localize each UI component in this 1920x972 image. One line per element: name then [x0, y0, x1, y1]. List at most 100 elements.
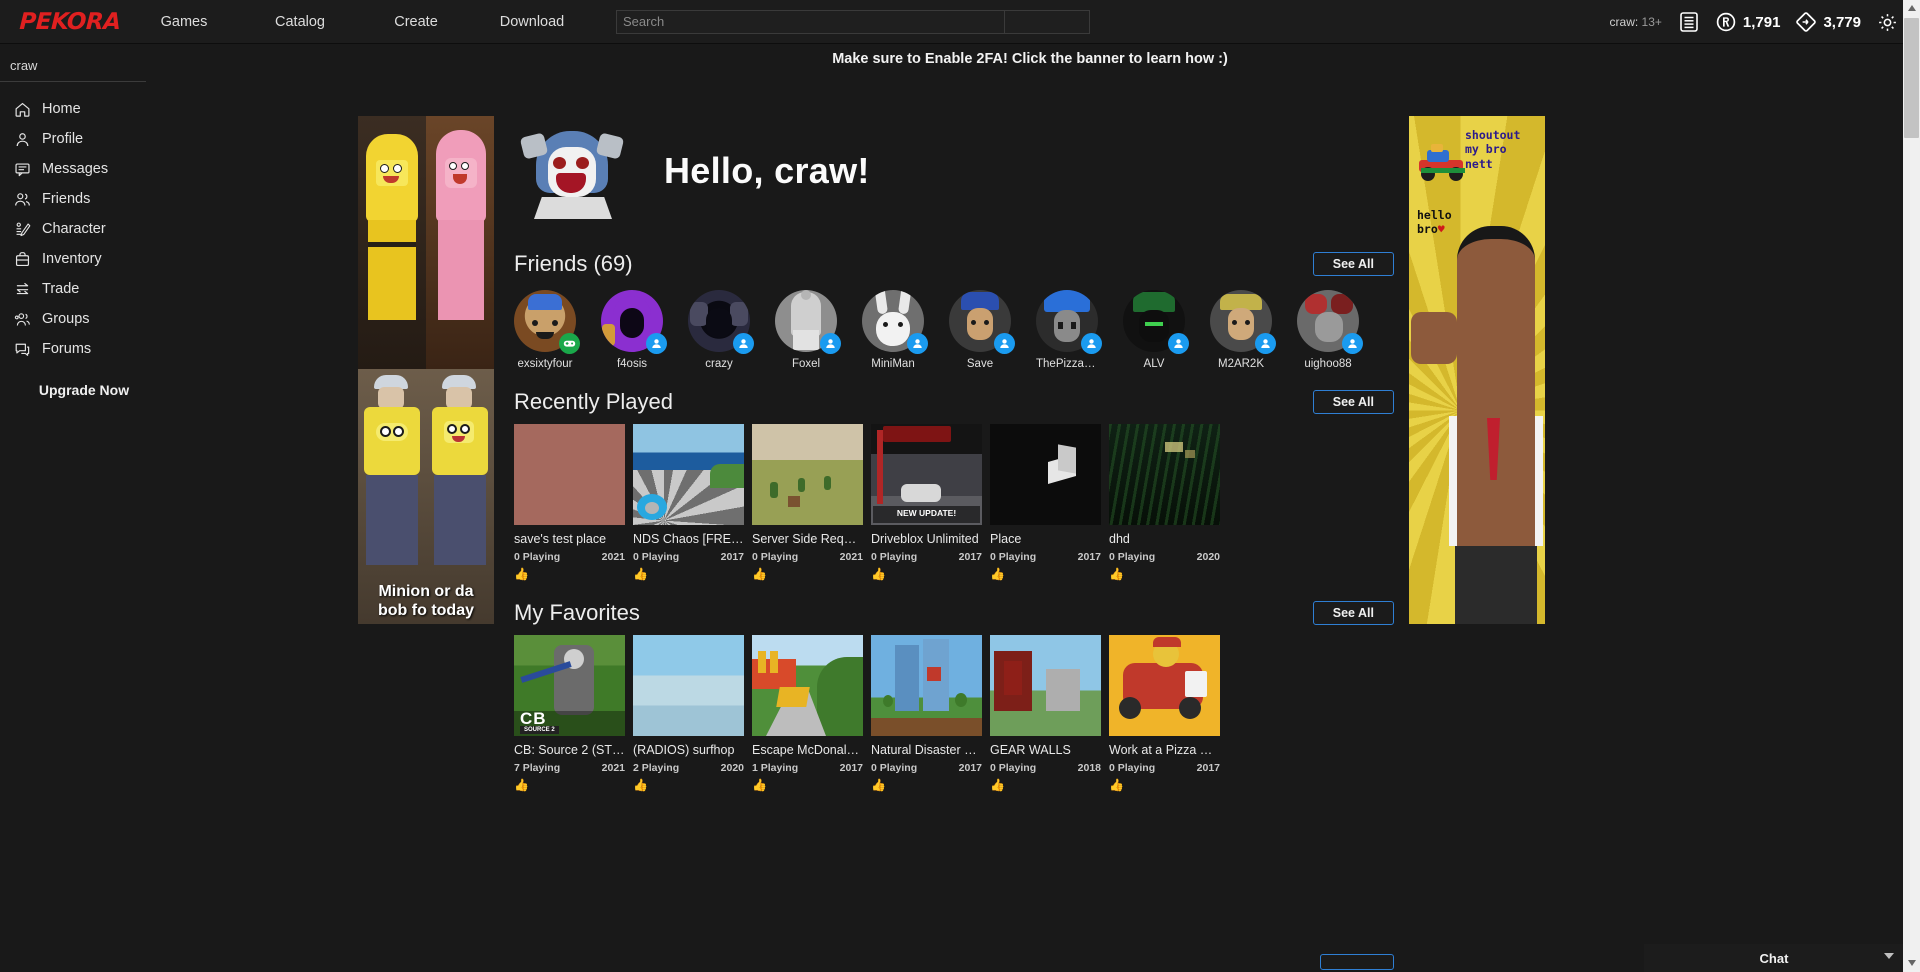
sidebar-label-profile: Profile: [42, 131, 84, 147]
search-submit-button[interactable]: [1004, 10, 1089, 33]
game-playing-count: 0 Playing: [990, 762, 1037, 774]
next-section-see-all-button[interactable]: [1320, 954, 1394, 970]
tix-icon: [1796, 12, 1817, 32]
scrollbar-thumb[interactable]: [1904, 18, 1919, 138]
game-title: NDS Chaos [FREE …: [633, 532, 744, 546]
game-year: 2021: [601, 551, 625, 563]
game-playing-count: 1 Playing: [752, 762, 799, 774]
game-card[interactable]: GEAR WALLS 0 Playing 2018 👍: [990, 635, 1101, 792]
sidebar-item-character[interactable]: Character: [0, 214, 160, 244]
game-card[interactable]: save's test place 0 Playing 2021 👍: [514, 424, 625, 581]
game-card[interactable]: Server Side Requir… 0 Playing 2021 👍: [752, 424, 863, 581]
friend-item[interactable]: MiniMan: [862, 290, 928, 370]
right-advertisement[interactable]: shoutout my bro nett hello bro♥: [1409, 116, 1545, 624]
robux-amount: 1,791: [1742, 13, 1781, 31]
announcement-banner[interactable]: Make sure to Enable 2FA! Click the banne…: [160, 44, 1900, 74]
sidebar-label-inventory: Inventory: [42, 251, 102, 267]
friend-item[interactable]: M2AR2K: [1210, 290, 1276, 370]
right-ad-text-hello: hello bro♥: [1417, 208, 1452, 237]
sidebar-item-friends[interactable]: Friends: [0, 184, 160, 214]
game-title: Natural Disaster Su…: [871, 743, 982, 757]
sidebar-item-messages[interactable]: Messages: [0, 154, 160, 184]
game-card[interactable]: Work at a Pizza Pla… 0 Playing 2017 👍: [1109, 635, 1220, 792]
friend-item[interactable]: ThePizzaIsMine: [1036, 290, 1102, 370]
friend-item[interactable]: crazy: [688, 290, 754, 370]
game-thumbnail: [752, 424, 863, 525]
game-playing-count: 0 Playing: [1109, 551, 1156, 563]
game-card[interactable]: Natural Disaster Su… 0 Playing 2017 👍: [871, 635, 982, 792]
sidebar-item-profile[interactable]: Profile: [0, 124, 160, 154]
favorites-grid: CB SOURCE 2 CB: Source 2 (STILL… 7 Playi…: [514, 633, 1394, 792]
nav-item-games[interactable]: Games: [126, 8, 242, 36]
settings-button[interactable]: [1877, 12, 1898, 33]
nav-item-download[interactable]: Download: [474, 8, 590, 36]
sidebar-label-forums: Forums: [42, 341, 92, 357]
friend-status-badge: [994, 333, 1015, 354]
notifications-list-button[interactable]: [1678, 11, 1700, 33]
friend-item[interactable]: Save: [949, 290, 1015, 370]
robux-balance[interactable]: 1,791: [1716, 12, 1781, 32]
game-year: 2017: [720, 551, 744, 563]
upgrade-now-button[interactable]: Upgrade Now: [0, 382, 160, 398]
game-card[interactable]: NDS Chaos [FREE … 0 Playing 2017 👍: [633, 424, 744, 581]
game-title: Escape McDonalds!: [752, 743, 863, 757]
friend-avatar-wrap: [1036, 290, 1102, 354]
favorites-section-header: My Favorites See All: [514, 593, 1394, 633]
game-title: CB: Source 2 (STILL…: [514, 743, 625, 757]
thumbs-up-icon: 👍: [633, 778, 648, 792]
friend-avatar-wrap: [601, 290, 667, 354]
game-title: Work at a Pizza Pla…: [1109, 743, 1220, 757]
sidebar-item-home[interactable]: Home: [0, 94, 160, 124]
game-title: Place: [990, 532, 1022, 546]
friend-name: Save: [966, 358, 994, 370]
friend-status-badge: [1342, 333, 1363, 354]
friend-item[interactable]: exsixtyfour: [514, 290, 580, 370]
character-icon: [16, 222, 31, 236]
chevron-down-icon[interactable]: [1884, 953, 1894, 959]
left-advertisement[interactable]: Minion or da bob fo today: [358, 116, 494, 624]
game-thumbnail: [633, 424, 744, 525]
age-rating-label: craw: 13+: [1610, 15, 1662, 29]
game-card[interactable]: Place 0 Playing 2017 👍: [990, 424, 1101, 581]
game-thumbnail: CB SOURCE 2: [514, 635, 625, 736]
friend-avatar-wrap: [688, 290, 754, 354]
game-card[interactable]: Escape McDonalds! 1 Playing 2017 👍: [752, 635, 863, 792]
page-scrollbar[interactable]: [1903, 0, 1920, 972]
friend-item[interactable]: Foxel: [775, 290, 841, 370]
site-logo[interactable]: PEKORA: [13, 9, 126, 35]
friend-item[interactable]: ALV: [1123, 290, 1189, 370]
sidebar-item-forums[interactable]: Forums: [0, 334, 160, 364]
left-ad-caption: Minion or da bob fo today: [378, 583, 474, 619]
sidebar-item-trade[interactable]: Trade: [0, 274, 160, 304]
friend-item[interactable]: uighoo88: [1297, 290, 1363, 370]
game-card[interactable]: (RADIOS) surfhop 2 Playing 2020 👍: [633, 635, 744, 792]
scrollbar-down-button[interactable]: [1903, 955, 1920, 972]
recently-played-section-header: Recently Played See All: [514, 382, 1394, 422]
recently-played-see-all-button[interactable]: See All: [1312, 390, 1394, 414]
inventory-icon: [15, 251, 30, 266]
tix-balance[interactable]: 3,779: [1796, 12, 1861, 32]
nav-item-create[interactable]: Create: [358, 8, 474, 36]
chat-bar[interactable]: Chat: [1644, 944, 1904, 972]
user-avatar-headshot[interactable]: [514, 113, 630, 229]
game-card[interactable]: CB SOURCE 2 CB: Source 2 (STILL… 7 Playi…: [514, 635, 625, 792]
search-input[interactable]: [617, 10, 1004, 33]
sidebar-item-inventory[interactable]: Inventory: [0, 244, 160, 274]
groups-icon: [14, 312, 30, 325]
scrollbar-up-button[interactable]: [1903, 0, 1920, 17]
thumbs-up-icon: 👍: [871, 778, 886, 792]
game-playing-count: 0 Playing: [514, 551, 561, 563]
favorites-see-all-button[interactable]: See All: [1312, 601, 1394, 625]
friend-avatar-wrap: [949, 290, 1015, 354]
nav-item-catalog[interactable]: Catalog: [242, 8, 358, 36]
sidebar-label-friends: Friends: [42, 191, 91, 207]
friends-see-all-button[interactable]: See All: [1312, 252, 1394, 276]
friend-item[interactable]: f4osis: [601, 290, 667, 370]
sidebar-item-groups[interactable]: Groups: [0, 304, 160, 334]
sidebar-label-messages: Messages: [42, 161, 109, 177]
game-meta: 1 Playing 2017: [752, 762, 863, 774]
game-meta: 7 Playing 2021: [514, 762, 625, 774]
game-thumbnail: [990, 424, 1101, 525]
game-card[interactable]: dhd 0 Playing 2020 👍: [1109, 424, 1220, 581]
game-card[interactable]: NEW UPDATE! Driveblox Unlimited 0 Playin…: [871, 424, 982, 581]
